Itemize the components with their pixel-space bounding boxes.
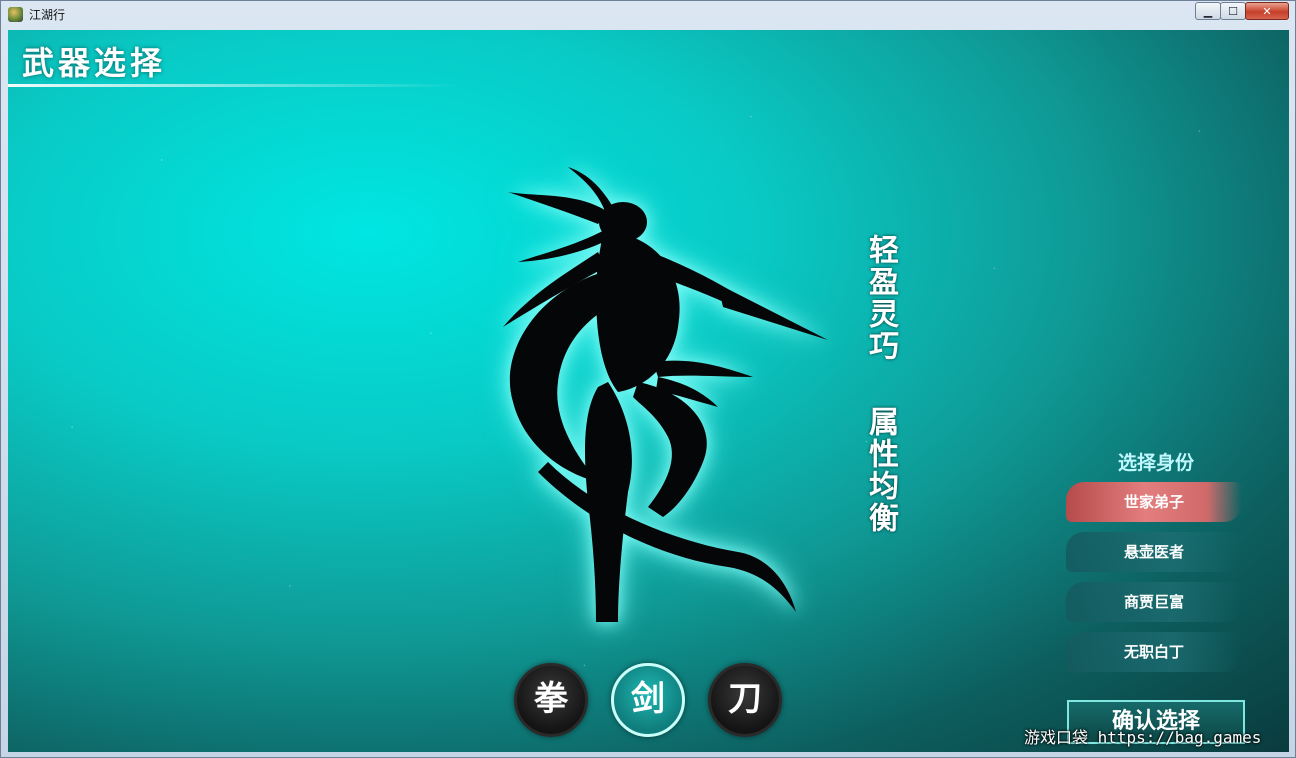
identity-title: 选择身份 [1118,452,1195,474]
app-icon [8,7,23,22]
window-controls: ▁ ☐ ✕ [1195,2,1289,20]
identity-option-doctor[interactable]: 悬壶医者 [1066,532,1242,572]
game-canvas: 武器选择 轻盈灵巧 属性均衡 拳 剑 刀 选择身份 世家弟子 悬壶医者 商贾巨富… [8,30,1289,752]
weapon-blade-button[interactable]: 刀 [708,663,782,737]
minimize-button[interactable]: ▁ [1195,2,1221,20]
weapon-trait-balanced: 属性均衡 [863,406,898,534]
page-title: 武器选择 [22,44,167,82]
title-underline [8,84,458,87]
identity-option-commoner[interactable]: 无职白丁 [1066,632,1242,672]
game-window: 江湖行 ▁ ☐ ✕ 武器选择 轻盈灵巧 属性均衡 拳 剑 刀 选择身份 世家弟子… [0,0,1296,758]
watermark: 游戏口袋 https://bag.games [1024,728,1262,747]
title-bar[interactable]: 江湖行 ▁ ☐ ✕ [1,1,1295,29]
weapon-trait-agile: 轻盈灵巧 [863,234,898,362]
window-title: 江湖行 [29,8,66,22]
swordsman-silhouette-icon [503,167,828,622]
maximize-button[interactable]: ☐ [1220,2,1246,20]
weapon-sword-button[interactable]: 剑 [611,663,685,737]
weapon-fist-button[interactable]: 拳 [514,663,588,737]
close-button[interactable]: ✕ [1245,2,1289,20]
identity-option-merchant[interactable]: 商贾巨富 [1066,582,1242,622]
identity-option-noble[interactable]: 世家弟子 [1066,482,1242,522]
